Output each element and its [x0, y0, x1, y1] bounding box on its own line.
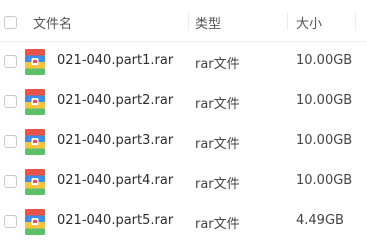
- column-header-name[interactable]: 文件名: [33, 13, 72, 32]
- file-name[interactable]: 021-040.part3.rar: [57, 133, 173, 148]
- file-name[interactable]: 021-040.part5.rar: [57, 213, 173, 228]
- file-size: 10.00GB: [296, 53, 353, 68]
- file-type: rar文件: [195, 137, 240, 152]
- column-header-type[interactable]: 类型: [195, 13, 221, 32]
- rar-archive-icon: [25, 89, 45, 115]
- file-row[interactable]: 021-040.part5.rar rar文件 4.49GB: [0, 202, 367, 242]
- file-name[interactable]: 021-040.part1.rar: [57, 53, 173, 68]
- file-row[interactable]: 021-040.part4.rar rar文件 10.00GB: [0, 162, 367, 202]
- file-size: 4.49GB: [296, 213, 344, 228]
- file-list-header: 文件名 类型 大小: [0, 0, 367, 42]
- file-size: 10.00GB: [296, 173, 353, 188]
- file-size: 10.00GB: [296, 93, 353, 108]
- rar-archive-icon: [25, 169, 45, 195]
- file-type: rar文件: [195, 217, 240, 232]
- file-type: rar文件: [195, 57, 240, 72]
- file-name[interactable]: 021-040.part2.rar: [57, 93, 173, 108]
- column-divider[interactable]: [188, 12, 189, 30]
- column-divider[interactable]: [355, 12, 356, 30]
- file-type: rar文件: [195, 97, 240, 112]
- file-row[interactable]: 021-040.part2.rar rar文件 10.00GB: [0, 82, 367, 122]
- rar-archive-icon: [25, 209, 45, 235]
- column-divider[interactable]: [287, 12, 288, 30]
- rar-archive-icon: [25, 49, 45, 75]
- file-type: rar文件: [195, 177, 240, 192]
- column-header-size[interactable]: 大小: [296, 13, 322, 32]
- file-size: 10.00GB: [296, 133, 353, 148]
- row-checkbox[interactable]: [4, 175, 17, 188]
- file-row[interactable]: 021-040.part3.rar rar文件 10.00GB: [0, 122, 367, 162]
- row-checkbox[interactable]: [4, 95, 17, 108]
- rar-archive-icon: [25, 129, 45, 155]
- select-all-checkbox[interactable]: [4, 16, 17, 29]
- row-checkbox[interactable]: [4, 135, 17, 148]
- row-checkbox[interactable]: [4, 215, 17, 228]
- row-checkbox[interactable]: [4, 55, 17, 68]
- file-row[interactable]: 021-040.part1.rar rar文件 10.00GB: [0, 42, 367, 82]
- file-name[interactable]: 021-040.part4.rar: [57, 173, 173, 188]
